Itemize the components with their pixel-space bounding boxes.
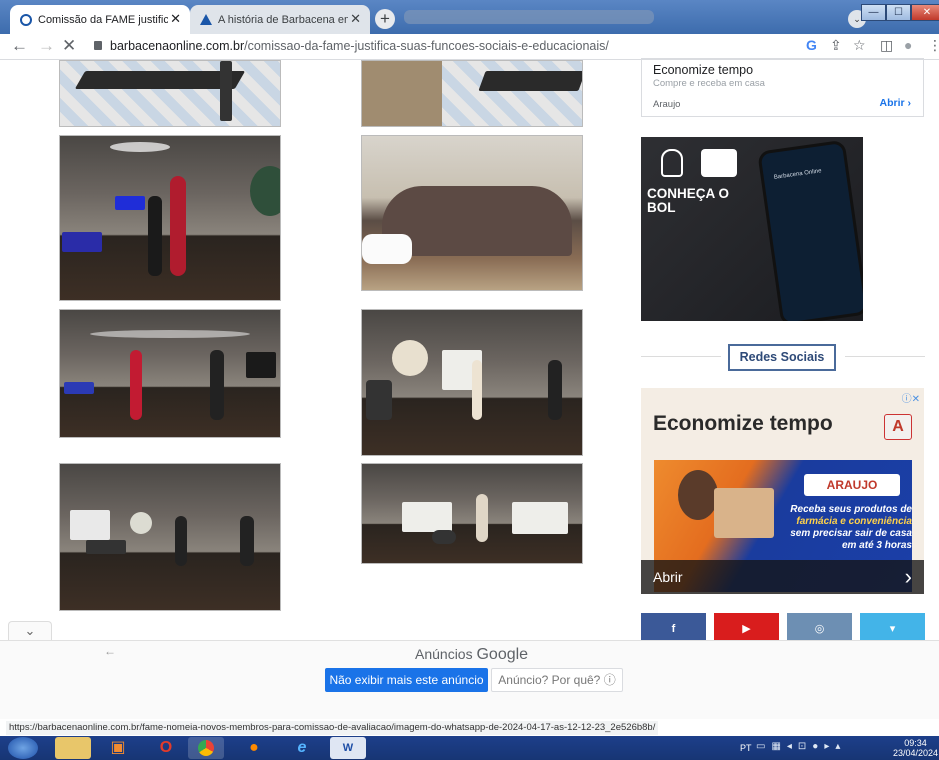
phone-mockup: Barbacena Online (757, 139, 863, 321)
file-explorer-icon[interactable] (55, 737, 91, 759)
bookmark-star-icon[interactable]: ☆ (853, 37, 866, 54)
google-wordmark: Google (476, 646, 529, 663)
ad-headline: Economize tempo (653, 412, 833, 435)
ad-subtitle: Compre e receba em casa (653, 78, 765, 89)
ad-title: Economize tempo (653, 63, 754, 77)
gallery-photo[interactable] (59, 309, 281, 438)
status-bar-url: https://barbacenaonline.com.br/fame-nome… (6, 721, 659, 735)
ad-copy-2: farmácia e conveniência (796, 516, 912, 527)
new-tab-button[interactable]: + (375, 9, 395, 29)
gallery-photo[interactable] (361, 135, 583, 291)
internet-explorer-icon[interactable]: e (284, 737, 320, 759)
araujo-logo-icon: A (884, 414, 912, 440)
system-tray-icons[interactable]: ▭▦◂⊡●▸▴ (756, 741, 886, 755)
tab-title: A história de Barbacena em foto (218, 13, 348, 26)
chevron-right-icon: › (904, 564, 912, 589)
start-button[interactable] (8, 737, 38, 759)
menu-kebab-icon[interactable]: ⋮ (928, 37, 939, 54)
ad-brand-box: ARAUJO (804, 474, 900, 496)
back-arrow-icon[interactable]: ← (104, 644, 116, 658)
gallery-photo[interactable] (361, 60, 583, 127)
url-field[interactable]: barbacenaonline.com.br/comissao-da-fame-… (110, 37, 822, 56)
ad-open-link[interactable]: Abrir › (880, 97, 912, 109)
opera-icon[interactable]: O (148, 737, 184, 759)
tab-fame[interactable]: Comissão da FAME justifica suas ✕ (10, 5, 190, 34)
back-arrow-icon[interactable]: ← (11, 36, 28, 56)
hand-pointer-icon (661, 149, 683, 177)
ads-by-google-label: Anúncios Google (415, 646, 528, 664)
language-indicator[interactable]: PT (740, 743, 752, 753)
promo-headline-1: CONHEÇA O (647, 186, 730, 201)
instagram-icon: ◎ (814, 623, 825, 635)
redes-sociais-heading: Redes Sociais (728, 344, 836, 371)
gallery-photo[interactable] (59, 60, 281, 127)
side-panel-icon[interactable]: ◫ (880, 37, 893, 54)
maximize-button[interactable]: ☐ (886, 4, 911, 21)
window-close-button[interactable]: ✕ (911, 4, 939, 21)
facebook-button[interactable]: f (641, 613, 706, 640)
window-controls: — ☐ ✕ (861, 4, 939, 21)
gallery-photo[interactable] (361, 463, 583, 564)
ad-brand: Araujo (653, 99, 681, 110)
lock-icon[interactable] (94, 41, 102, 50)
twitter-icon: ▾ (889, 623, 896, 635)
site-favicon-icon (20, 13, 32, 26)
promo-headline-2: BOL (647, 200, 676, 215)
ad-open-button[interactable]: Abrir › (641, 560, 924, 594)
twitter-button[interactable]: ▾ (860, 613, 925, 640)
firefox-icon[interactable]: ● (236, 737, 272, 759)
gallery-photo[interactable] (361, 309, 583, 456)
profile-avatar-icon[interactable]: ● (904, 37, 912, 53)
ad-collapse-toggle[interactable]: ⌄ (8, 621, 52, 641)
divider (641, 356, 721, 357)
minimize-button[interactable]: — (861, 4, 886, 21)
chrome-icon[interactable] (188, 737, 224, 759)
instagram-button[interactable]: ◎ (787, 613, 852, 640)
close-tab-icon[interactable]: ✕ (350, 11, 361, 27)
ad-cta-label: Abrir (653, 569, 683, 585)
forward-arrow-icon[interactable]: → (38, 36, 55, 56)
close-tab-icon[interactable]: ✕ (170, 11, 181, 27)
ads-label: Anúncios (415, 646, 473, 662)
tv-alert-icon (701, 149, 737, 177)
phone-title: Barbacena Online (773, 168, 822, 181)
word-icon[interactable]: W (330, 737, 366, 759)
youtube-icon: ▶ (742, 623, 751, 635)
share-icon[interactable]: ⇪ (830, 37, 842, 54)
google-lens-icon[interactable]: G (806, 37, 817, 53)
divider (845, 356, 925, 357)
ad-choices-close-icon[interactable]: ⓘ✕ (902, 390, 920, 405)
tab-title: Comissão da FAME justifica suas (38, 13, 168, 26)
gallery-photo[interactable] (59, 135, 281, 301)
tab-historia[interactable]: A história de Barbacena em foto ✕ (190, 5, 370, 34)
clock-time: 09:34 (904, 738, 927, 748)
ad-copy-4: em até 3 horas (841, 540, 912, 551)
why-this-ad-button[interactable]: Anúncio? Por quê? ⓘ (491, 668, 623, 692)
clock-date: 23/04/2024 (893, 748, 939, 758)
stop-loading-icon[interactable]: ✕ (62, 36, 76, 56)
media-player-icon[interactable]: ▣ (100, 737, 136, 759)
ad-copy-1: Receba seus produtos de (790, 504, 912, 515)
site-favicon-icon (200, 14, 212, 25)
promo-headline: CONHEÇA O BOL (647, 187, 729, 215)
app-promo-banner[interactable]: CONHEÇA O BOL Barbacena Online (641, 137, 863, 321)
facebook-icon: f (671, 623, 676, 635)
ad-copy-3: sem precisar sair de casa (790, 528, 912, 539)
taskbar-clock[interactable]: 09:34 23/04/2024 (893, 738, 938, 758)
ad-banner-right[interactable]: ⓘ✕ Economize tempo A ARAUJO Receba seus … (641, 388, 924, 594)
blurred-tab-area (404, 10, 654, 24)
stop-seeing-ad-button[interactable]: Não exibir mais este anúncio (325, 668, 488, 692)
gallery-photo[interactable] (59, 463, 281, 611)
youtube-button[interactable]: ▶ (714, 613, 779, 640)
ad-banner-top[interactable]: Economize tempo Compre e receba em casa … (641, 58, 924, 117)
url-domain: barbacenaonline.com.br (110, 39, 245, 53)
url-path: /comissao-da-fame-justifica-suas-funcoes… (244, 39, 609, 53)
